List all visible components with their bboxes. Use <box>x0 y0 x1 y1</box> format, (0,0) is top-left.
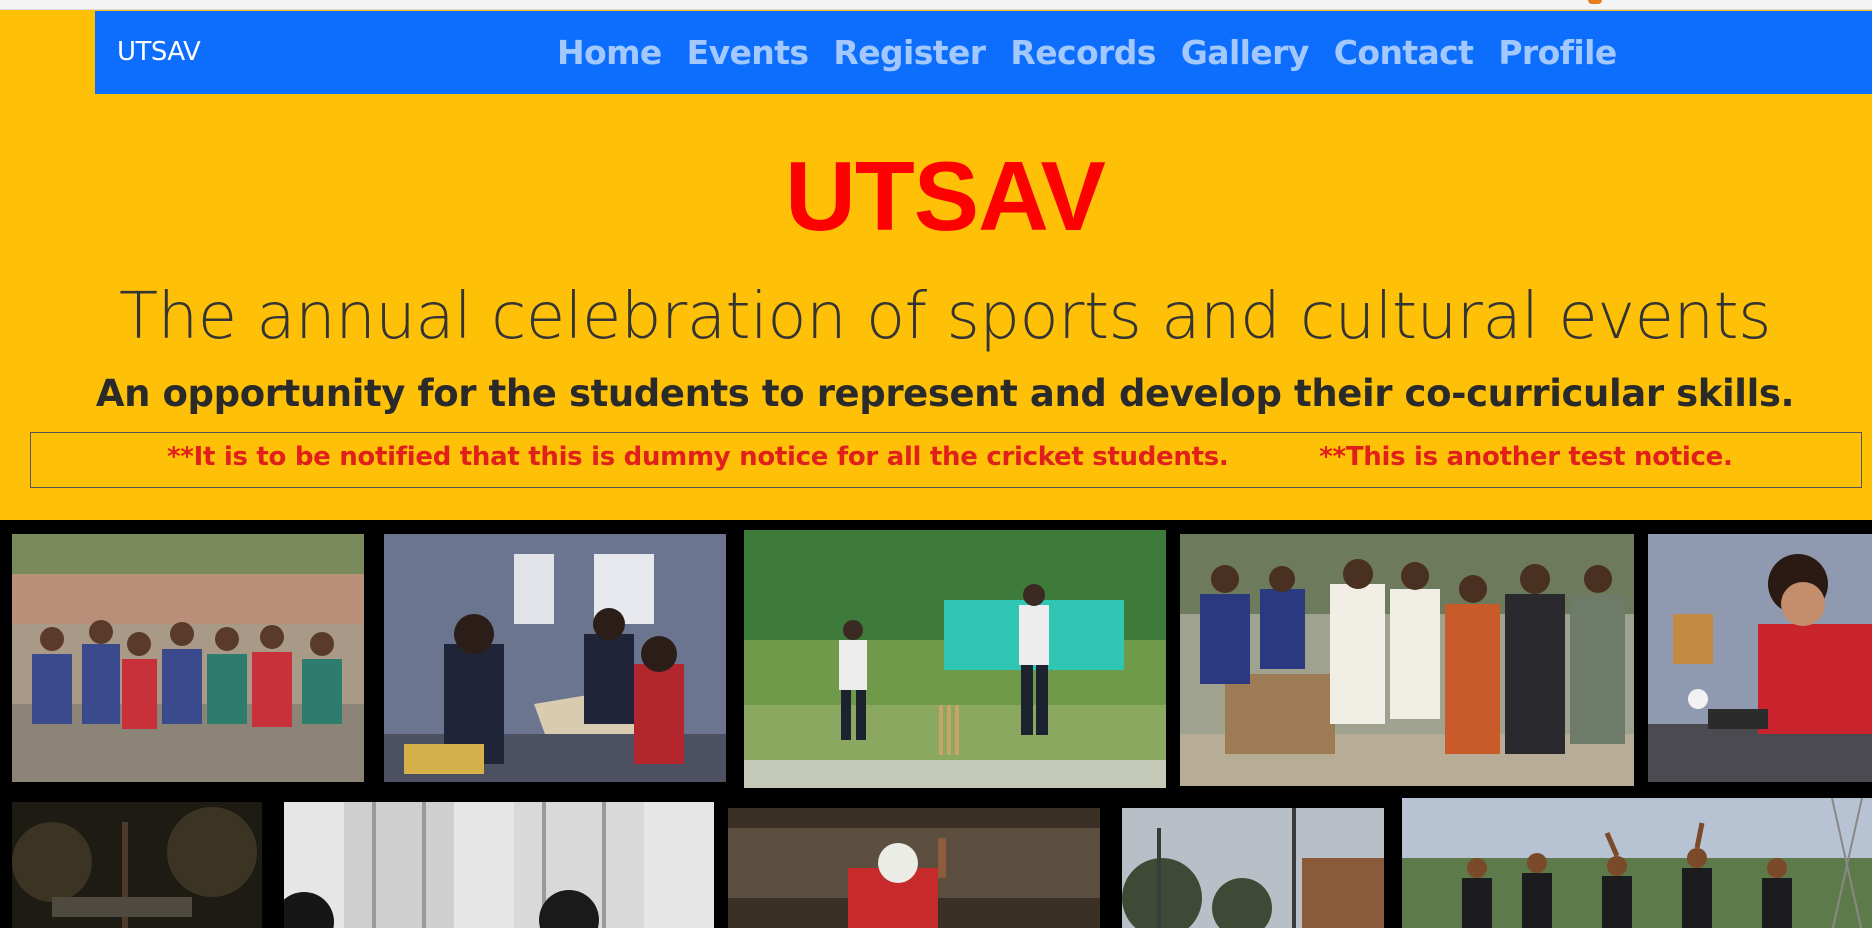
gallery-photo-cricket-match <box>744 530 1166 788</box>
nav-link-gallery[interactable]: Gallery <box>1181 33 1310 73</box>
notice-item: **It is to be notified that this is dumm… <box>167 442 1229 472</box>
nav-links: Home Events Register Records Gallery Con… <box>557 33 1617 73</box>
nav-link-home[interactable]: Home <box>557 33 662 73</box>
browser-indicator-icon <box>1588 0 1602 4</box>
nav-link-contact[interactable]: Contact <box>1334 33 1474 73</box>
gallery-photo-cricketer <box>728 808 1100 928</box>
nav-link-events[interactable]: Events <box>687 33 809 73</box>
nav-link-records[interactable]: Records <box>1010 33 1156 73</box>
gallery-photo-team-celebration <box>1402 798 1872 928</box>
navbar: UTSAV Home Events Register Records Galle… <box>95 11 1872 94</box>
hero-lead: An opportunity for the students to repre… <box>95 372 1795 415</box>
navbar-brand[interactable]: UTSAV <box>117 37 201 67</box>
gallery-photo-audience <box>1180 534 1634 786</box>
gallery-photo-carrom-room <box>384 534 726 782</box>
browser-top-edge <box>0 0 1872 10</box>
gallery-photo-street <box>1122 808 1384 928</box>
gallery-photo-group <box>12 534 364 782</box>
notice-marquee: **It is to be notified that this is dumm… <box>30 432 1862 488</box>
gallery-photo-carrom-player <box>1648 534 1872 782</box>
nav-link-register[interactable]: Register <box>833 33 986 73</box>
photo-gallery <box>0 520 1872 928</box>
gallery-photo-trees <box>12 802 262 928</box>
hero-subtitle: The annual celebration of sports and cul… <box>119 280 1771 354</box>
nav-link-profile[interactable]: Profile <box>1498 33 1617 73</box>
notice-track: **It is to be notified that this is dumm… <box>167 442 1733 472</box>
hero-title: UTSAV <box>785 141 1106 251</box>
gallery-photo-indoor <box>284 802 714 928</box>
notice-item: **This is another test notice. <box>1319 442 1733 472</box>
